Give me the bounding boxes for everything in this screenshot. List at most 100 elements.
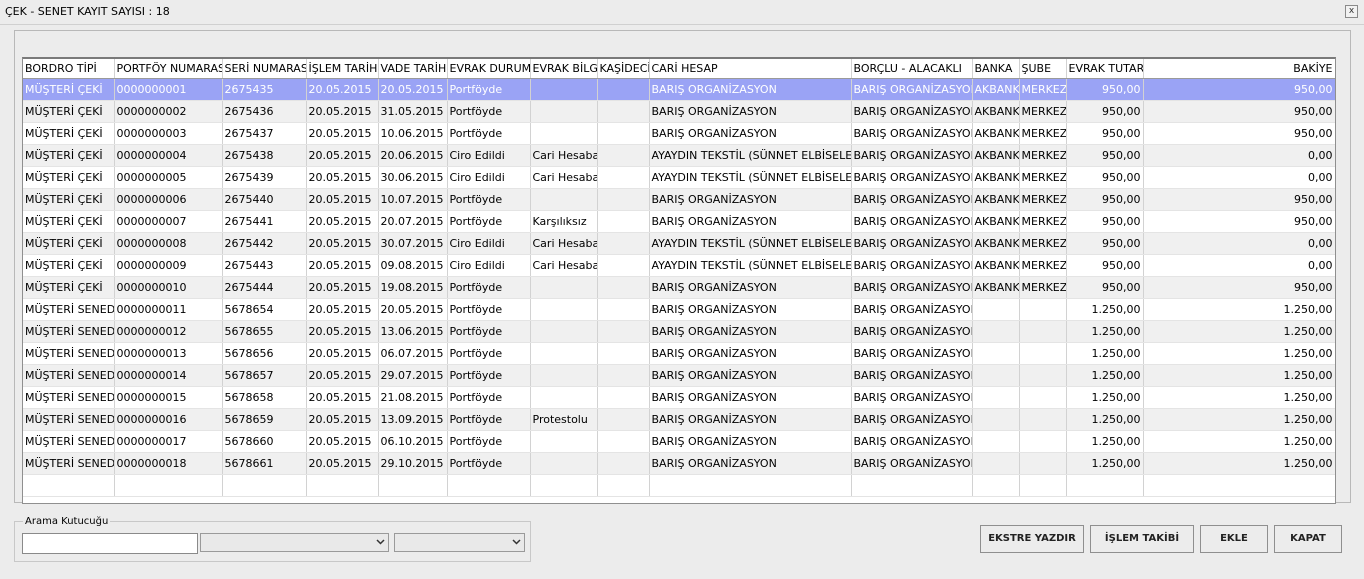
column-header[interactable]: VADE TARİHİ (378, 59, 448, 79)
table-cell: 19.08.2015 (378, 276, 448, 299)
table-cell (972, 408, 1020, 431)
records-grid[interactable]: BORDRO TİPİ PORTFÖY NUMARASI SERİ NUMARASI… (22, 57, 1336, 504)
table-cell: Portföyde (447, 276, 531, 299)
column-header[interactable]: BANKA (972, 59, 1020, 79)
table-cell: MERKEZ (1019, 78, 1067, 101)
table-row[interactable]: MÜŞTERİ ÇEKİ 0000000008 2675442 20.05.2015 3… (23, 232, 1335, 255)
table-cell: 30.07.2015 (378, 232, 448, 255)
table-cell: 950,00 (1143, 122, 1335, 145)
table-cell (530, 298, 598, 321)
column-header[interactable]: PORTFÖY NUMARASI (114, 59, 223, 79)
table-row[interactable]: MÜŞTERİ SENEDİ 0000000011 5678654 20.05.201… (23, 298, 1335, 321)
table-cell: BARIŞ ORGANİZASYON (851, 320, 973, 343)
search-group-label: Arama Kutucuğu (23, 516, 111, 527)
table-row[interactable]: MÜŞTERİ SENEDİ 0000000015 5678658 20.05.201… (23, 386, 1335, 409)
table-cell: AKBANK (972, 144, 1020, 167)
table-cell (1019, 430, 1067, 453)
table-row[interactable]: MÜŞTERİ ÇEKİ 0000000007 2675441 20.05.2015 2… (23, 210, 1335, 233)
table-cell (378, 474, 448, 497)
search-input[interactable] (22, 533, 198, 554)
table-cell (530, 430, 598, 453)
table-row[interactable]: MÜŞTERİ ÇEKİ 0000000003 2675437 20.05.2015 1… (23, 122, 1335, 145)
table-cell: 20.05.2015 (306, 188, 379, 211)
table-cell: BARIŞ ORGANİZASYON (851, 276, 973, 299)
column-header[interactable]: CARİ HESAP (649, 59, 852, 79)
table-row[interactable]: MÜŞTERİ ÇEKİ 0000000001 2675435 20.05.2015 2… (23, 78, 1335, 101)
table-row[interactable]: MÜŞTERİ ÇEKİ 0000000006 2675440 20.05.2015 1… (23, 188, 1335, 211)
table-cell: BARIŞ ORGANİZASYON (851, 232, 973, 255)
close-icon[interactable]: x (1345, 5, 1358, 18)
table-cell: AKBANK (972, 100, 1020, 123)
filter-combo-1[interactable] (200, 533, 389, 552)
table-cell (1019, 342, 1067, 365)
ekstre-yazdir-button[interactable]: EKSTRE YAZDIR (980, 525, 1084, 553)
table-row[interactable]: MÜŞTERİ SENEDİ 0000000018 5678661 20.05.201… (23, 452, 1335, 475)
column-header[interactable]: EVRAK TUTARI (1066, 59, 1144, 79)
table-cell: 0,00 (1143, 232, 1335, 255)
column-header[interactable]: SERİ NUMARASI (222, 59, 307, 79)
table-cell (530, 474, 598, 497)
table-cell: Cari Hesaba (530, 144, 598, 167)
table-cell: 21.08.2015 (378, 386, 448, 409)
table-cell (1019, 474, 1067, 497)
table-cell: Karşılıksız (530, 210, 598, 233)
table-cell: BARIŞ ORGANİZASYON (649, 188, 852, 211)
table-cell: MÜŞTERİ SENEDİ (23, 452, 115, 475)
table-cell: 1.250,00 (1143, 430, 1335, 453)
table-cell (1019, 298, 1067, 321)
table-cell: Cari Hesaba (530, 232, 598, 255)
table-cell (597, 452, 650, 475)
column-header[interactable]: KAŞİDECİ (597, 59, 650, 79)
table-row[interactable]: MÜŞTERİ ÇEKİ 0000000002 2675436 20.05.2015 3… (23, 100, 1335, 123)
header-row: BORDRO TİPİ PORTFÖY NUMARASI SERİ NUMARASI… (23, 59, 1335, 79)
islem-takibi-button[interactable]: İŞLEM TAKİBİ (1090, 525, 1194, 553)
table-cell: BARIŞ ORGANİZASYON (649, 100, 852, 123)
ekle-button[interactable]: EKLE (1200, 525, 1268, 553)
table-cell: MERKEZ (1019, 210, 1067, 233)
table-cell: BARIŞ ORGANİZASYON (851, 364, 973, 387)
table-cell (597, 254, 650, 277)
table-row[interactable]: MÜŞTERİ SENEDİ 0000000014 5678657 20.05.201… (23, 364, 1335, 387)
column-header[interactable]: BORÇLU - ALACAKLI (851, 59, 973, 79)
table-row[interactable]: MÜŞTERİ ÇEKİ 0000000004 2675438 20.05.2015 2… (23, 144, 1335, 167)
table-cell: 10.06.2015 (378, 122, 448, 145)
table-cell: Portföyde (447, 210, 531, 233)
table-cell (1019, 386, 1067, 409)
table-cell: AKBANK (972, 78, 1020, 101)
table-cell: 10.07.2015 (378, 188, 448, 211)
table-cell: BARIŞ ORGANİZASYON (649, 452, 852, 475)
table-cell: Portföyde (447, 452, 531, 475)
column-header[interactable]: EVRAK DURUMU (447, 59, 531, 79)
table-row[interactable]: MÜŞTERİ SENEDİ 0000000017 5678660 20.05.201… (23, 430, 1335, 453)
table-cell: BARIŞ ORGANİZASYON (851, 210, 973, 233)
column-header[interactable]: İŞLEM TARİHİ (306, 59, 379, 79)
table-row[interactable]: MÜŞTERİ ÇEKİ 0000000005 2675439 20.05.2015 3… (23, 166, 1335, 189)
table-cell: 29.10.2015 (378, 452, 448, 475)
column-header[interactable]: ŞUBE (1019, 59, 1067, 79)
table-row[interactable]: MÜŞTERİ SENEDİ 0000000013 5678656 20.05.201… (23, 342, 1335, 365)
table-cell: 0000000007 (114, 210, 223, 233)
table-cell: 20.06.2015 (378, 144, 448, 167)
table-cell: BARIŞ ORGANİZASYON (851, 78, 973, 101)
table-cell: Portföyde (447, 188, 531, 211)
table-cell: 0000000008 (114, 232, 223, 255)
table-row[interactable]: MÜŞTERİ ÇEKİ 0000000009 2675443 20.05.2015 0… (23, 254, 1335, 277)
column-header[interactable]: EVRAK BİLGİ (530, 59, 598, 79)
column-header[interactable]: BORDRO TİPİ (23, 59, 115, 79)
table-row[interactable]: MÜŞTERİ ÇEKİ 0000000010 2675444 20.05.2015 1… (23, 276, 1335, 299)
kapat-button[interactable]: KAPAT (1274, 525, 1342, 553)
empty-row[interactable] (23, 474, 1335, 497)
table-row[interactable]: MÜŞTERİ SENEDİ 0000000016 5678659 20.05.201… (23, 408, 1335, 431)
title-bar: ÇEK - SENET KAYIT SAYISI : 18 x (0, 0, 1364, 25)
filter-combo-2[interactable] (394, 533, 525, 552)
table-cell (530, 188, 598, 211)
table-cell (972, 452, 1020, 475)
column-header[interactable]: BAKİYE (1143, 59, 1335, 79)
table-cell: 950,00 (1066, 144, 1144, 167)
table-row[interactable]: MÜŞTERİ SENEDİ 0000000012 5678655 20.05.201… (23, 320, 1335, 343)
table-cell: AKBANK (972, 122, 1020, 145)
table-cell: Ciro Edildi (447, 232, 531, 255)
table-cell (1143, 474, 1335, 497)
table-cell: BARIŞ ORGANİZASYON (851, 100, 973, 123)
table-cell: BARIŞ ORGANİZASYON (851, 144, 973, 167)
